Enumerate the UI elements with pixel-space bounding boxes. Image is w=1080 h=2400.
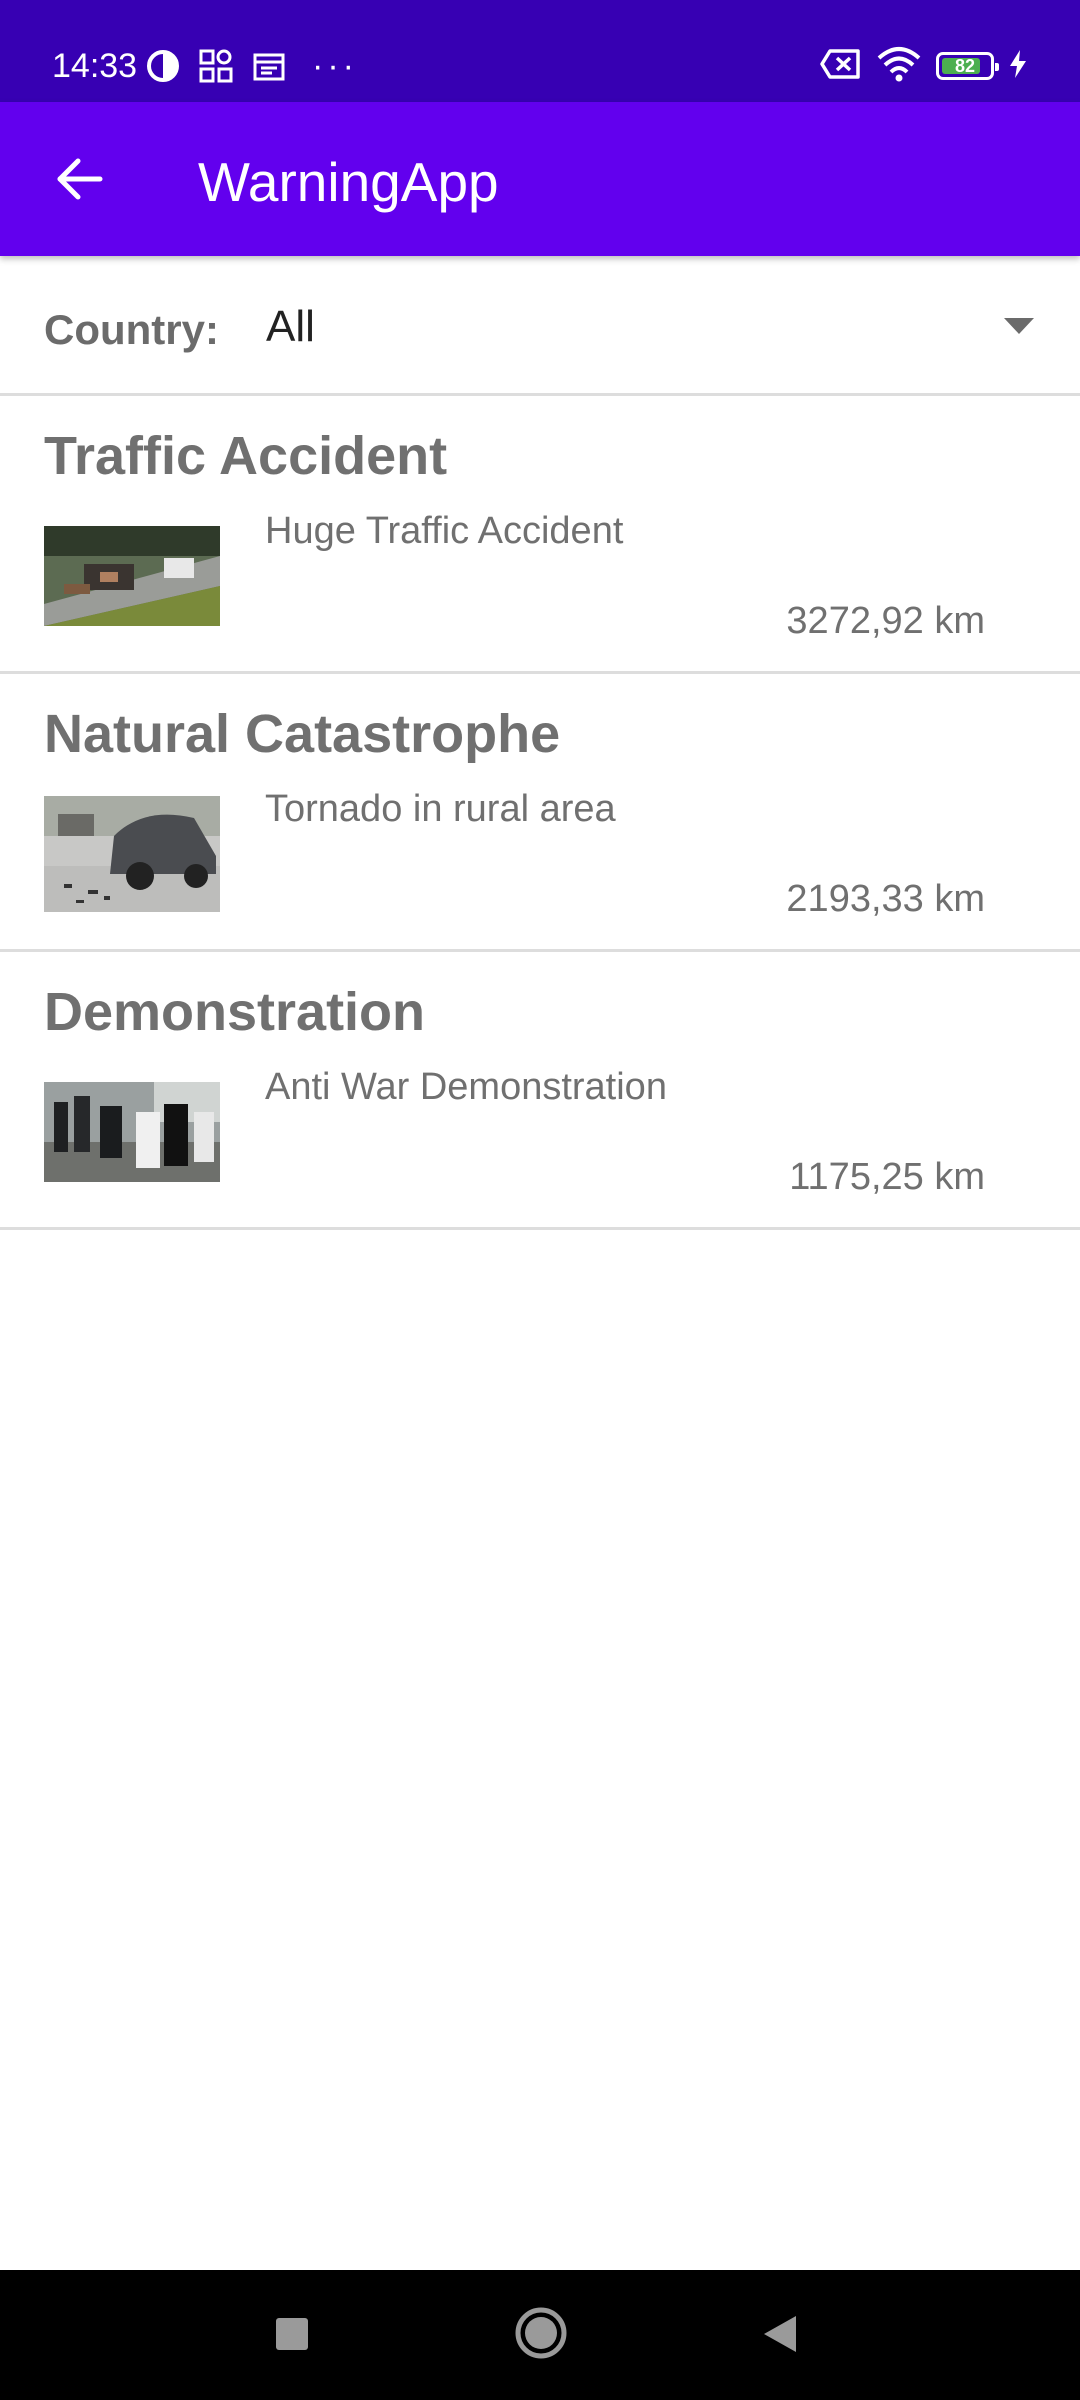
warning-distance: 1175,25 km	[789, 1156, 985, 1198]
app-bar: WarningApp	[0, 102, 1080, 256]
nav-back-button[interactable]	[762, 2314, 798, 2354]
system-nav-bar	[0, 2270, 1080, 2400]
more-dots-icon: ···	[312, 47, 358, 85]
charging-icon	[1008, 49, 1028, 84]
recents-button[interactable]	[274, 2316, 310, 2352]
warning-item-natural-catastrophe[interactable]: Natural Catastrophe Tornado in rural are…	[0, 674, 1080, 952]
calendar-icon	[252, 49, 286, 83]
warning-title: Demonstration	[44, 982, 426, 1042]
arrow-back-icon	[57, 158, 103, 200]
data-saver-icon	[146, 49, 180, 83]
car-crash-photo	[44, 796, 220, 912]
country-label: Country:	[44, 306, 219, 353]
warning-item-traffic-accident[interactable]: Traffic Accident Huge Traffic Accident 3…	[0, 396, 1080, 674]
status-right-icons: 82	[806, 46, 1028, 86]
grid-apps-icon	[198, 48, 234, 84]
warning-distance: 2193,33 km	[786, 878, 985, 920]
recents-square-icon	[276, 2318, 308, 2350]
riot-police-photo	[44, 1082, 220, 1182]
wifi-icon	[876, 46, 922, 87]
battery-icon: 82	[936, 52, 999, 80]
status-left-icons: ···	[146, 46, 358, 86]
home-circle-icon	[515, 2307, 567, 2359]
warning-distance: 3272,92 km	[786, 600, 985, 642]
country-selected-value: All	[266, 302, 315, 351]
warning-description: Tornado in rural area	[265, 788, 616, 830]
warning-description: Anti War Demonstration	[265, 1066, 667, 1108]
sim-blocked-icon	[820, 48, 862, 85]
back-triangle-icon	[764, 2316, 796, 2352]
battery-tip	[995, 63, 999, 71]
warning-item-demonstration[interactable]: Demonstration Anti War Demonstration 117…	[0, 952, 1080, 1230]
country-filter: Country: All	[0, 256, 1080, 396]
battery-level: 82	[954, 55, 976, 76]
home-button[interactable]	[514, 2306, 568, 2360]
triangle-down-icon	[1004, 318, 1034, 339]
warning-description: Huge Traffic Accident	[265, 510, 624, 552]
warning-title: Natural Catastrophe	[44, 704, 561, 764]
country-dropdown[interactable]: All	[266, 282, 1046, 372]
warning-title: Traffic Accident	[44, 426, 448, 486]
app-title: WarningApp	[198, 151, 499, 213]
status-time: 14:33	[52, 47, 138, 85]
back-button[interactable]	[44, 144, 114, 214]
warning-list: Traffic Accident Huge Traffic Accident 3…	[0, 396, 1080, 1230]
traffic-accident-photo	[44, 526, 220, 626]
status-bar: 14:33 ··· 82	[0, 0, 1080, 102]
